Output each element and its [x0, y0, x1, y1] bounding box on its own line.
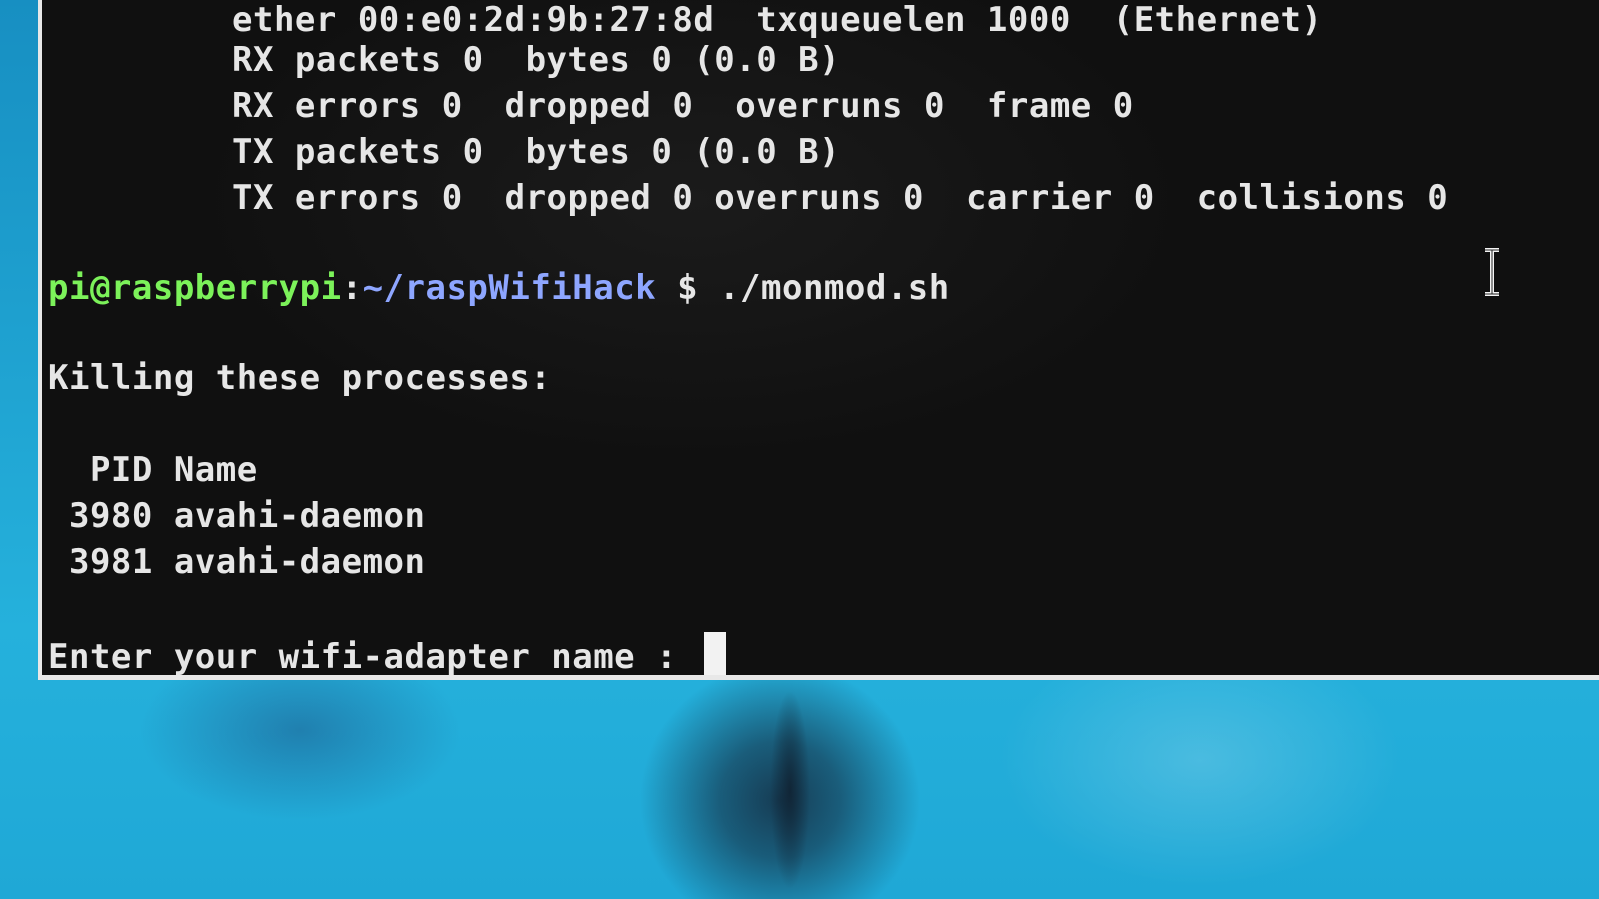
block-cursor-icon [704, 632, 727, 675]
rx-packets-line: RX packets 0 bytes 0 (0.0 B) [232, 40, 841, 80]
killing-message: Killing these processes: [48, 358, 552, 398]
table-row: 3980 avahi-daemon [48, 496, 425, 536]
ether-line: ether 00:e0:2d:9b:27:8d txqueuelen 1000 … [232, 0, 1323, 40]
i-beam-cursor-icon [1485, 248, 1499, 296]
prompt-path: ~/raspWifiHack [362, 268, 657, 308]
tx-packets-line: TX packets 0 bytes 0 (0.0 B) [232, 132, 841, 172]
prompt-symbol: $ [656, 268, 720, 308]
table-row: 3981 avahi-daemon [48, 542, 425, 582]
wallpaper-plant [770, 690, 810, 890]
prompt-command: ./monmod.sh [719, 268, 950, 308]
rx-errors-line: RX errors 0 dropped 0 overruns 0 frame 0 [232, 86, 1134, 126]
process-name: avahi-daemon [173, 496, 426, 536]
prompt-user-host: pi@raspberrypi [48, 268, 342, 308]
wifi-adapter-input-line[interactable]: Enter your wifi-adapter name : [48, 632, 727, 677]
terminal-window[interactable]: ether 00:e0:2d:9b:27:8d txqueuelen 1000 … [38, 0, 1599, 680]
input-prompt-label: Enter your wifi-adapter name : [48, 637, 699, 677]
shell-prompt-line: pi@raspberrypi:~/raspWifiHack $ ./monmod… [48, 268, 950, 308]
prompt-separator: : [341, 268, 363, 308]
process-name: avahi-daemon [173, 542, 426, 582]
process-pid: 3981 [48, 542, 153, 582]
tx-errors-line: TX errors 0 dropped 0 overruns 0 carrier… [232, 178, 1449, 218]
process-table-header: PID Name [48, 450, 258, 490]
process-pid: 3980 [48, 496, 153, 536]
